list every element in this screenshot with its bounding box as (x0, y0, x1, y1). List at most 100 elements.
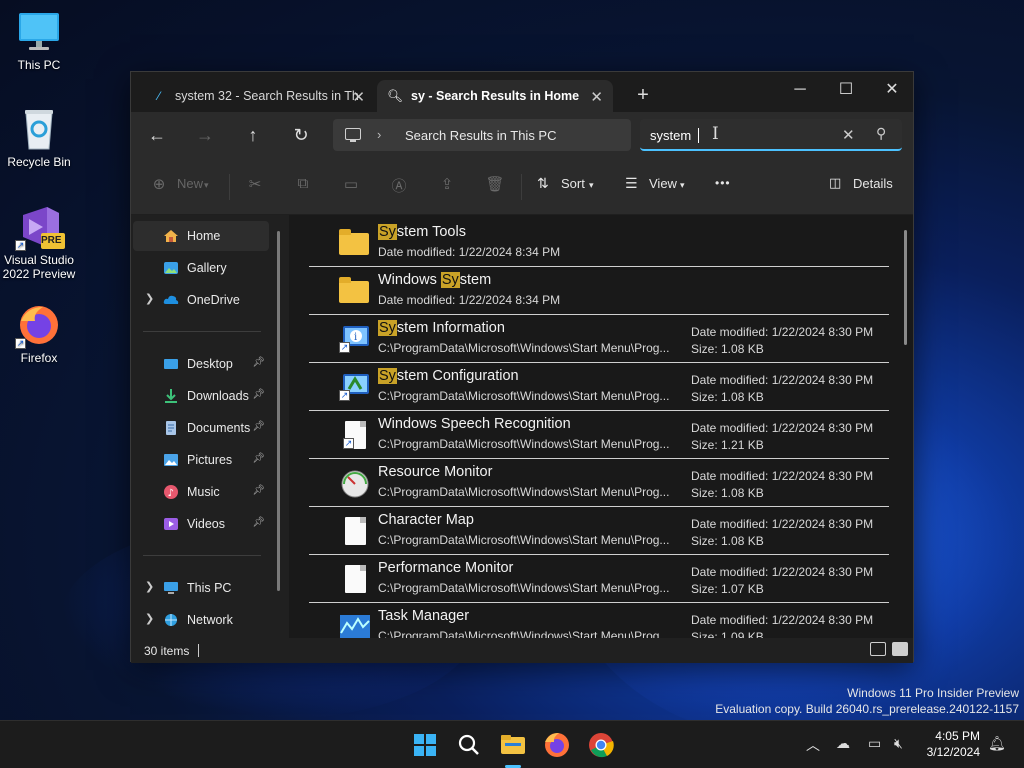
volume-muted-icon[interactable]: 🔇︎ (894, 735, 903, 752)
result-row[interactable]: Windows System Date modified: 1/22/2024 8… (309, 267, 889, 315)
view-button[interactable]: View (649, 176, 677, 191)
new-icon: ⊕ (152, 176, 166, 193)
search-icon[interactable]: ⚲ (876, 125, 886, 142)
new-button[interactable]: New (177, 176, 203, 191)
tab-system32-search[interactable]: ⁄ system 32 - Search Results in Th ✕ (141, 80, 375, 112)
sidebar-item-music[interactable]: ♪ Music 📌︎ (133, 477, 269, 507)
music-icon: ♪ (163, 484, 181, 500)
close-tab-icon[interactable]: ✕ (352, 88, 365, 106)
search-match-highlight: Sy (378, 368, 397, 384)
shortcut-file-icon (339, 565, 371, 593)
sidebar-item-label: Downloads (187, 389, 249, 403)
copy-icon[interactable]: ⧉ (293, 175, 313, 195)
result-row[interactable]: System Tools Date modified: 1/22/2024 8:3… (309, 219, 889, 267)
chrome-icon[interactable] (587, 731, 615, 759)
file-path: C:\ProgramData\Microsoft\Windows\Start M… (378, 341, 670, 355)
minimize-button[interactable]: ─ (777, 76, 823, 104)
system-information-icon: i ↗ (339, 325, 371, 353)
chevron-right-icon[interactable]: ❯ (145, 292, 154, 305)
share-icon[interactable]: ⇪ (437, 175, 457, 195)
sort-button[interactable]: Sort (561, 176, 585, 191)
result-row[interactable]: Performance Monitor C:\ProgramData\Micros… (309, 555, 889, 603)
result-row[interactable]: Character Map C:\ProgramData\Microsoft\Wi… (309, 507, 889, 555)
breadcrumb[interactable]: › Search Results in This PC (333, 119, 631, 151)
shortcut-file-icon: ↗ (339, 421, 371, 449)
chevron-up-icon[interactable]: ︿ (806, 735, 820, 755)
search-tab-icon: ⁄ (157, 89, 160, 103)
chevron-right-icon[interactable]: ❯ (145, 580, 154, 593)
large-icons-view-icon[interactable] (892, 642, 908, 656)
close-tab-icon[interactable]: ✕ (590, 88, 603, 106)
tab-sy-search[interactable]: 🔍︎ sy - Search Results in Home ✕ (377, 80, 613, 112)
result-row[interactable]: Resource Monitor C:\ProgramData\Microsoft… (309, 459, 889, 507)
result-name: Resource Monitor (378, 464, 492, 480)
divider (521, 174, 522, 200)
divider (143, 331, 261, 332)
preview-badge: PRE (41, 235, 62, 246)
rename-icon[interactable]: Ⓐ (389, 175, 409, 195)
desktop-icon-recycle-bin[interactable]: Recycle Bin (0, 107, 78, 169)
paste-icon[interactable]: ▭ (341, 175, 361, 195)
up-button[interactable]: ↑ (239, 122, 267, 148)
result-row[interactable]: ↗ System Configuration C:\ProgramData\Micr… (309, 363, 889, 411)
sidebar-item-label: This PC (187, 581, 232, 595)
desktop-icon-firefox[interactable]: ↗ Firefox (0, 303, 78, 365)
firefox-icon: ↗ (15, 303, 61, 349)
mouse-cursor-ibeam: I (712, 124, 719, 144)
start-icon[interactable] (411, 731, 439, 759)
shortcut-arrow-icon: ↗ (339, 342, 350, 353)
sidebar-item-videos[interactable]: Videos 📌︎ (133, 509, 269, 539)
sidebar-item-label: Home (187, 229, 221, 243)
cloud-offline-icon[interactable]: ☁ (836, 735, 850, 752)
sidebar-item-gallery[interactable]: Gallery (133, 253, 269, 283)
sidebar-scrollbar[interactable] (277, 231, 280, 591)
file-path: C:\ProgramData\Microsoft\Windows\Start M… (378, 437, 670, 451)
shortcut-arrow-icon: ↗ (343, 438, 354, 449)
search-input[interactable]: system I ✕ ⚲ (640, 119, 902, 151)
search-value: system (650, 128, 692, 143)
sidebar-item-this-pc[interactable]: ❯ This PC (133, 573, 269, 603)
delete-icon[interactable]: 🗑︎ (485, 175, 505, 195)
sidebar-item-desktop[interactable]: Desktop 📌︎ (133, 349, 269, 379)
firefox-icon[interactable] (543, 731, 571, 759)
clear-search-icon[interactable]: ✕ (842, 126, 855, 144)
sidebar-item-documents[interactable]: Documents 📌︎ (133, 413, 269, 443)
chevron-right-icon[interactable]: ❯ (145, 612, 154, 625)
new-tab-button[interactable]: + (631, 84, 655, 107)
sidebar-item-pictures[interactable]: Pictures 📌︎ (133, 445, 269, 475)
documents-icon (163, 420, 181, 436)
details-view-icon[interactable] (870, 642, 886, 656)
breadcrumb-location[interactable]: Search Results in This PC (405, 128, 557, 143)
folder-icon (339, 277, 371, 305)
maximize-button[interactable]: ☐ (823, 76, 869, 104)
date-modified: Date modified: 1/22/2024 8:34 PM (378, 293, 561, 307)
results-scrollbar[interactable] (904, 230, 907, 345)
sidebar-item-network[interactable]: ❯ Network (133, 605, 269, 635)
sidebar-item-home[interactable]: Home (133, 221, 269, 251)
watermark-line-2: Evaluation copy. Build 26040.rs_prerelea… (715, 702, 1019, 716)
result-row[interactable]: ↗ Windows Speech Recognition C:\ProgramDat… (309, 411, 889, 459)
tab-bar: ⁄ system 32 - Search Results in Th ✕ 🔍︎ … (131, 72, 913, 112)
notification-bell-icon[interactable]: 🔔︎ (988, 735, 1006, 752)
sidebar-item-downloads[interactable]: Downloads 📌︎ (133, 381, 269, 411)
search-icon[interactable] (455, 731, 483, 759)
back-button[interactable]: ← (143, 122, 171, 148)
chevron-right-icon[interactable]: › (377, 127, 381, 142)
file-explorer-icon[interactable] (499, 731, 527, 768)
sidebar-item-onedrive[interactable]: ❯ OneDrive (133, 285, 269, 315)
svg-text:♪: ♪ (168, 488, 174, 499)
forward-button[interactable]: → (191, 122, 219, 148)
close-window-button[interactable]: ✕ (869, 76, 915, 104)
network-status-icon[interactable]: ▭ (868, 735, 881, 752)
see-more-button[interactable]: ••• (715, 176, 731, 190)
refresh-button[interactable]: ↻ (287, 122, 315, 148)
result-row[interactable]: Task Manager C:\ProgramData\Microsoft\Win… (309, 603, 889, 638)
result-row[interactable]: i ↗ System Information C:\ProgramData\Micro… (309, 315, 889, 363)
result-name: System Information (378, 320, 505, 336)
name-text: Performance Monitor (378, 560, 514, 576)
desktop-icon-visual-studio[interactable]: PRE ↗ Visual Studio 2022 Preview (0, 205, 78, 281)
system-clock[interactable]: 4:05 PM 3/12/2024 (927, 728, 980, 760)
desktop-icon-this-pc[interactable]: This PC (0, 10, 78, 72)
cut-icon[interactable]: ✂ (245, 175, 265, 195)
details-button[interactable]: Details (853, 176, 893, 191)
